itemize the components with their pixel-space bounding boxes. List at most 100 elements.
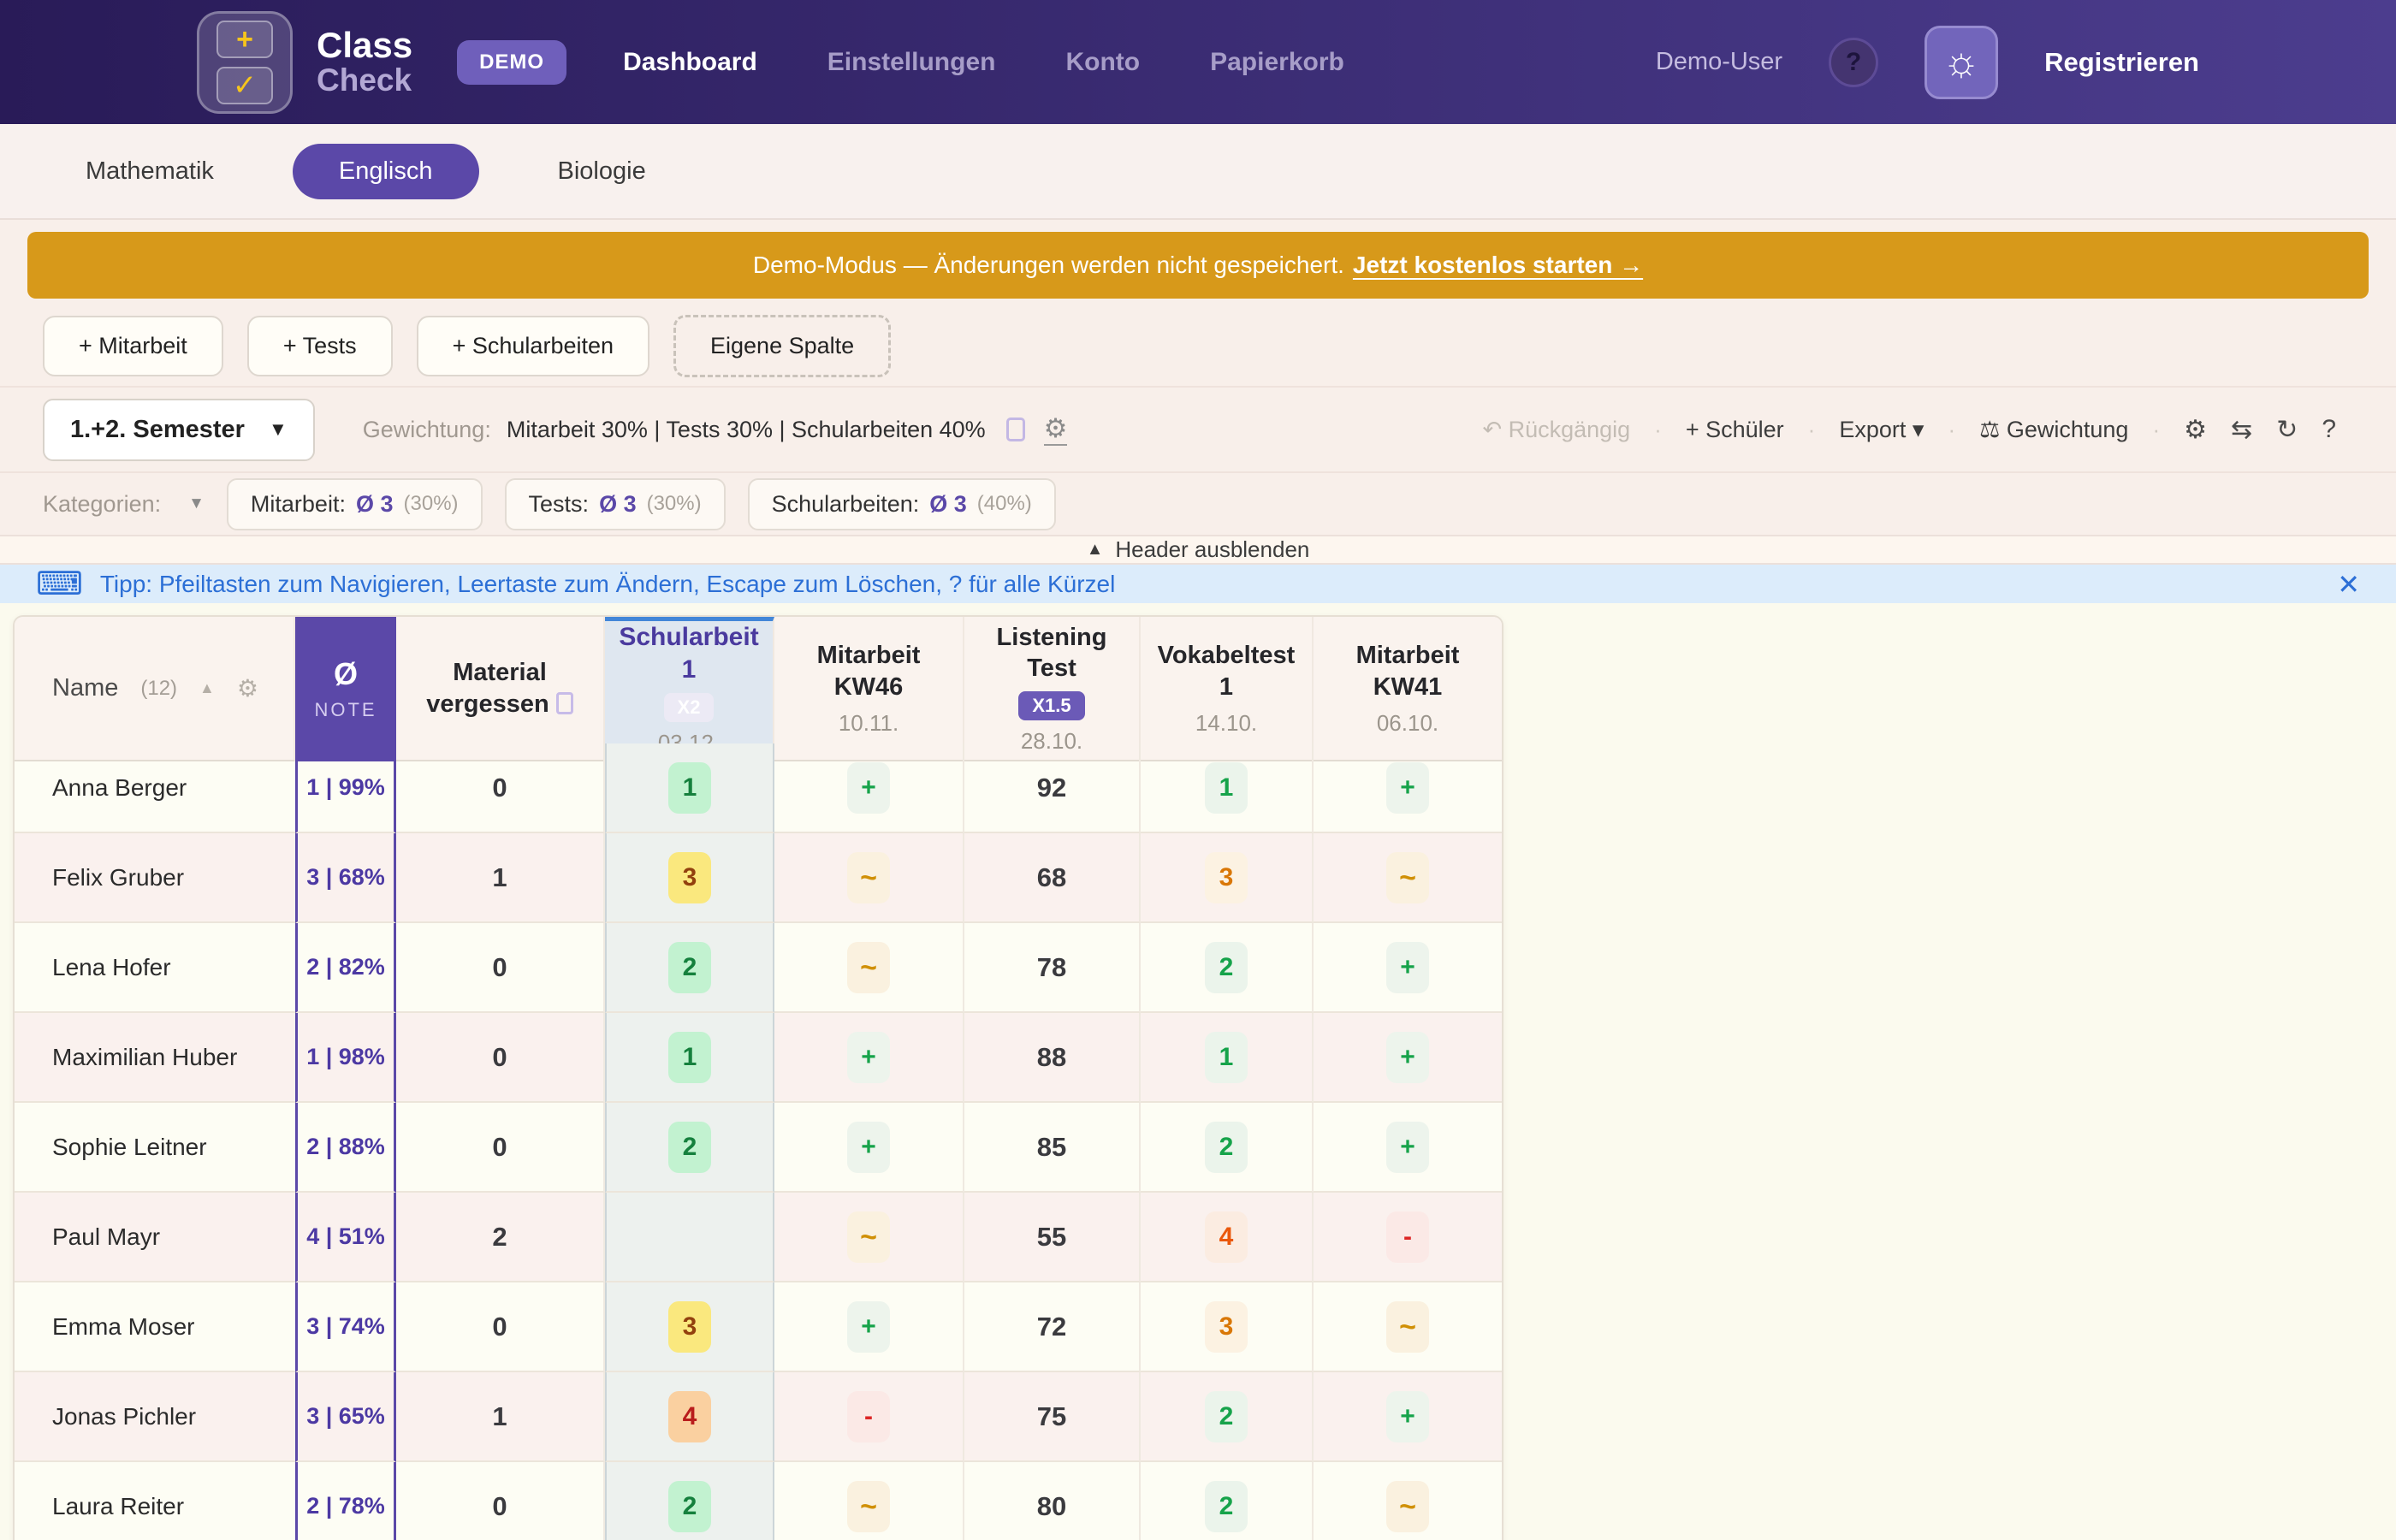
average-grade-cell[interactable]: 3 | 74% <box>295 1282 396 1372</box>
average-grade-cell[interactable]: 2 | 82% <box>295 923 396 1013</box>
listening-test-cell[interactable]: 72 <box>964 1282 1141 1372</box>
mitarbeit-kw46-cell[interactable]: ~ <box>774 1193 964 1282</box>
student-name[interactable]: Jonas Pichler <box>15 1372 295 1462</box>
column-header-material-vergessen[interactable]: Material vergessen <box>396 617 605 761</box>
name-column-header[interactable]: Name (12) ▲ ⚙ <box>15 617 295 761</box>
student-name[interactable]: Felix Gruber <box>15 833 295 923</box>
listening-test-cell[interactable]: 80 <box>964 1462 1141 1540</box>
mitarbeit-kw41-cell[interactable]: ~ <box>1314 1462 1502 1540</box>
student-name[interactable]: Lena Hofer <box>15 923 295 1013</box>
undo-button[interactable]: ↶ Rückgängig <box>1482 417 1630 443</box>
material-vergessen-cell[interactable]: 2 <box>396 1193 605 1282</box>
custom-column-button[interactable]: Eigene Spalte <box>673 315 891 377</box>
listening-test-cell[interactable]: 75 <box>964 1372 1141 1462</box>
mitarbeit-kw46-cell[interactable]: + <box>774 1103 964 1193</box>
average-column-header[interactable]: Ø NOTE <box>295 617 396 761</box>
nav-item-einstellungen[interactable]: Einstellungen <box>827 48 996 77</box>
tab-biologie[interactable]: Biologie <box>527 144 677 199</box>
material-vergessen-cell[interactable]: 0 <box>396 1103 605 1193</box>
mitarbeit-kw41-cell[interactable]: + <box>1314 743 1502 833</box>
export-button[interactable]: Export ▾ <box>1839 417 1924 443</box>
vokabeltest-1-cell[interactable]: 3 <box>1141 833 1314 923</box>
mitarbeit-kw46-cell[interactable]: + <box>774 743 964 833</box>
student-name[interactable]: Sophie Leitner <box>15 1103 295 1193</box>
app-logo[interactable]: + ✓ <box>197 11 293 114</box>
student-name[interactable]: Paul Mayr <box>15 1193 295 1282</box>
weights-gear-icon[interactable]: ⚙ <box>1044 413 1068 446</box>
average-grade-cell[interactable]: 1 | 99% <box>295 743 396 833</box>
schularbeit-1-cell[interactable]: 2 <box>605 1462 774 1540</box>
tab-mathematik[interactable]: Mathematik <box>55 144 245 199</box>
semester-select[interactable]: 1.+2. Semester ▼ <box>43 399 315 461</box>
category-chip-mitarbeit[interactable]: Mitarbeit: Ø 3 (30%) <box>227 478 483 530</box>
chevron-down-icon[interactable]: ▼ <box>188 495 205 513</box>
weighting-button[interactable]: ⚖ Gewichtung <box>1979 417 2128 443</box>
edit-column-icon[interactable] <box>556 692 573 714</box>
vokabeltest-1-cell[interactable]: 2 <box>1141 1462 1314 1540</box>
average-grade-cell[interactable]: 4 | 51% <box>295 1193 396 1282</box>
listening-test-cell[interactable]: 55 <box>964 1193 1141 1282</box>
listening-test-cell[interactable]: 78 <box>964 923 1141 1013</box>
mitarbeit-kw46-cell[interactable]: ~ <box>774 923 964 1013</box>
vokabeltest-1-cell[interactable]: 4 <box>1141 1193 1314 1282</box>
column-header-listening-test[interactable]: Listening Test X1.5 28.10. <box>964 617 1141 761</box>
mitarbeit-kw41-cell[interactable]: ~ <box>1314 1282 1502 1372</box>
average-grade-cell[interactable]: 3 | 68% <box>295 833 396 923</box>
schularbeit-1-cell[interactable]: 2 <box>605 1103 774 1193</box>
help-shortcut-button[interactable]: ? <box>2322 415 2336 444</box>
close-icon[interactable]: ✕ <box>2337 568 2360 601</box>
nav-item-papierkorb[interactable]: Papierkorb <box>1210 48 1344 77</box>
add-tests-button[interactable]: + Tests <box>247 316 393 376</box>
listening-test-cell[interactable]: 92 <box>964 743 1141 833</box>
vokabeltest-1-cell[interactable]: 2 <box>1141 1103 1314 1193</box>
vokabeltest-1-cell[interactable]: 2 <box>1141 1372 1314 1462</box>
category-chip-tests[interactable]: Tests: Ø 3 (30%) <box>505 478 726 530</box>
schularbeit-1-cell[interactable]: 2 <box>605 923 774 1013</box>
column-header-mitarbeit-kw41[interactable]: Mitarbeit KW41 06.10. <box>1314 617 1502 761</box>
refresh-icon[interactable]: ↻ <box>2276 415 2298 445</box>
mitarbeit-kw46-cell[interactable]: ~ <box>774 833 964 923</box>
edit-weights-icon[interactable] <box>1006 418 1025 441</box>
material-vergessen-cell[interactable]: 0 <box>396 923 605 1013</box>
schularbeit-1-cell[interactable]: 1 <box>605 743 774 833</box>
average-grade-cell[interactable]: 3 | 65% <box>295 1372 396 1462</box>
column-header-vokabeltest-1[interactable]: Vokabeltest 1 14.10. <box>1141 617 1314 761</box>
material-vergessen-cell[interactable]: 0 <box>396 1013 605 1103</box>
mitarbeit-kw46-cell[interactable]: ~ <box>774 1462 964 1540</box>
tab-englisch[interactable]: Englisch <box>293 144 479 199</box>
student-name[interactable]: Maximilian Huber <box>15 1013 295 1103</box>
nav-item-konto[interactable]: Konto <box>1065 48 1140 77</box>
student-name[interactable]: Laura Reiter <box>15 1462 295 1540</box>
material-vergessen-cell[interactable]: 1 <box>396 833 605 923</box>
category-chip-schularbeiten[interactable]: Schularbeiten: Ø 3 (40%) <box>748 478 1056 530</box>
mitarbeit-kw46-cell[interactable]: + <box>774 1282 964 1372</box>
help-icon[interactable]: ? <box>1829 38 1878 87</box>
schularbeit-1-cell[interactable] <box>605 1193 774 1282</box>
average-grade-cell[interactable]: 2 | 78% <box>295 1462 396 1540</box>
schularbeit-1-cell[interactable]: 3 <box>605 833 774 923</box>
mitarbeit-kw41-cell[interactable]: + <box>1314 1013 1502 1103</box>
student-name[interactable]: Emma Moser <box>15 1282 295 1372</box>
listening-test-cell[interactable]: 85 <box>964 1103 1141 1193</box>
material-vergessen-cell[interactable]: 0 <box>396 1462 605 1540</box>
mitarbeit-kw41-cell[interactable]: ~ <box>1314 833 1502 923</box>
schularbeit-1-cell[interactable]: 4 <box>605 1372 774 1462</box>
listening-test-cell[interactable]: 88 <box>964 1013 1141 1103</box>
nav-item-dashboard[interactable]: Dashboard <box>623 48 757 77</box>
add-schularbeiten-button[interactable]: + Schularbeiten <box>417 316 649 376</box>
listening-test-cell[interactable]: 68 <box>964 833 1141 923</box>
settings-gear-icon[interactable]: ⚙ <box>2184 415 2207 445</box>
schularbeit-1-cell[interactable]: 3 <box>605 1282 774 1372</box>
add-mitarbeit-button[interactable]: + Mitarbeit <box>43 316 223 376</box>
mitarbeit-kw41-cell[interactable]: + <box>1314 923 1502 1013</box>
theme-toggle-button[interactable]: ☼ <box>1925 26 1998 99</box>
average-grade-cell[interactable]: 2 | 88% <box>295 1103 396 1193</box>
swap-columns-icon[interactable]: ⇆ <box>2231 415 2252 445</box>
vokabeltest-1-cell[interactable]: 2 <box>1141 923 1314 1013</box>
sort-ascending-icon[interactable]: ▲ <box>199 679 215 697</box>
mitarbeit-kw46-cell[interactable]: + <box>774 1013 964 1103</box>
vokabeltest-1-cell[interactable]: 1 <box>1141 1013 1314 1103</box>
start-free-link[interactable]: Jetzt kostenlos starten → <box>1353 252 1643 279</box>
vokabeltest-1-cell[interactable]: 1 <box>1141 743 1314 833</box>
mitarbeit-kw41-cell[interactable]: + <box>1314 1372 1502 1462</box>
